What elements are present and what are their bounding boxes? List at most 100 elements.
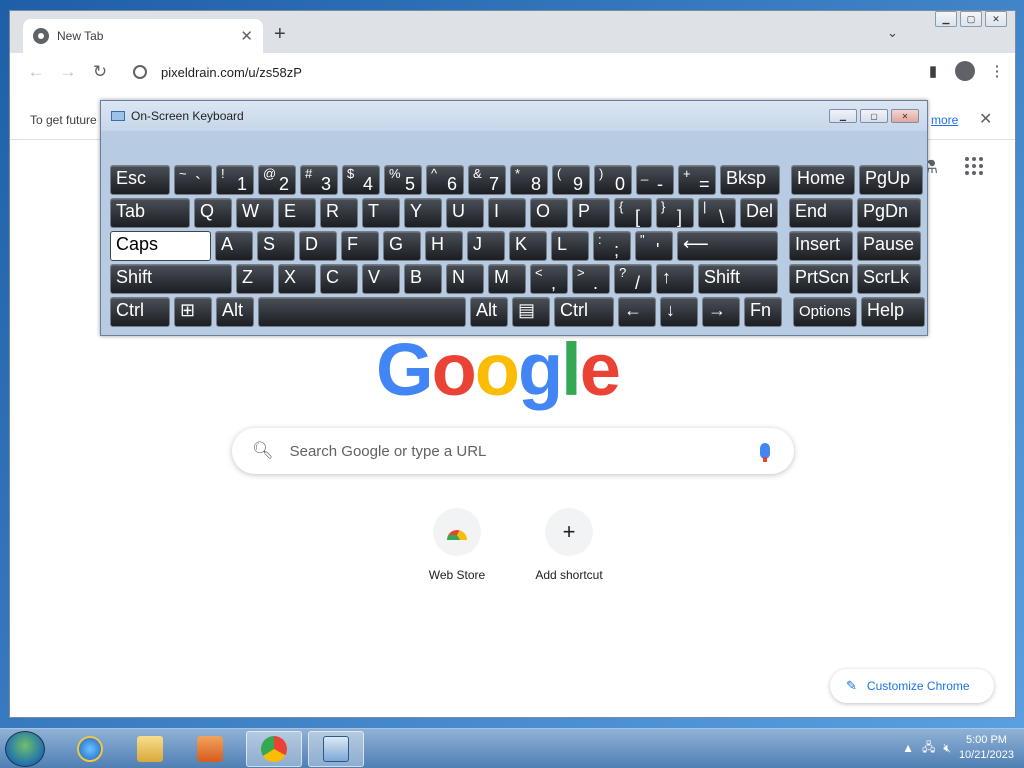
media-player-taskbar-icon[interactable]	[182, 731, 238, 767]
close-tab-icon[interactable]: ✕	[240, 27, 253, 45]
reload-icon[interactable]: ↻	[84, 62, 116, 82]
key-shift[interactable]: Shift	[698, 264, 778, 294]
key-tab[interactable]: Tab	[110, 198, 190, 228]
key-symbol[interactable]: :;	[593, 231, 631, 261]
key-symbol[interactable]: ⊞	[174, 297, 212, 327]
file-explorer-taskbar-icon[interactable]	[122, 731, 178, 767]
show-hidden-icons-icon[interactable]: ▲	[902, 741, 914, 755]
key-f[interactable]: F	[341, 231, 379, 261]
key-b[interactable]: B	[404, 264, 442, 294]
key-alt[interactable]: Alt	[216, 297, 254, 327]
key-options[interactable]: Options	[793, 297, 857, 327]
key-9[interactable]: (9	[552, 165, 590, 195]
apps-grid-icon[interactable]	[965, 157, 983, 175]
key-symbol[interactable]: >.	[572, 264, 610, 294]
key-l[interactable]: L	[551, 231, 589, 261]
key-symbol[interactable]: _ -	[636, 165, 674, 195]
url-text[interactable]: pixeldrain.com/u/zs58zP	[161, 65, 302, 80]
chrome-taskbar-icon[interactable]	[246, 731, 302, 767]
key-caps[interactable]: Caps	[110, 231, 211, 261]
key-s[interactable]: S	[257, 231, 295, 261]
key-symbol[interactable]: <,	[530, 264, 568, 294]
key-pgup[interactable]: PgUp	[859, 165, 923, 195]
key-t[interactable]: T	[362, 198, 400, 228]
forward-arrow-icon[interactable]: →	[52, 62, 84, 82]
key-a[interactable]: A	[215, 231, 253, 261]
key-w[interactable]: W	[236, 198, 274, 228]
side-panel-icon[interactable]: ▮	[923, 62, 943, 80]
key-0[interactable]: ) 0	[594, 165, 632, 195]
key-help[interactable]: Help	[861, 297, 925, 327]
key-ctrl[interactable]: Ctrl	[554, 297, 614, 327]
site-info-icon[interactable]	[133, 65, 147, 79]
key-symbol[interactable]: " '	[635, 231, 673, 261]
key-3[interactable]: #3	[300, 165, 338, 195]
key-d[interactable]: D	[299, 231, 337, 261]
customize-chrome-button[interactable]: ✎ Customize Chrome	[830, 669, 994, 703]
address-bar[interactable]: pixeldrain.com/u/zs58zP	[117, 57, 908, 87]
shortcut-add[interactable]: + Add shortcut	[519, 508, 619, 582]
key-ctrl[interactable]: Ctrl	[110, 297, 170, 327]
key-bksp[interactable]: Bksp	[720, 165, 780, 195]
tab-new-tab[interactable]: New Tab ✕	[23, 19, 263, 53]
key-esc[interactable]: Esc	[110, 165, 170, 195]
key-prtscn[interactable]: PrtScn	[789, 264, 853, 294]
key-symbol[interactable]: ~ `	[174, 165, 212, 195]
key-c[interactable]: C	[320, 264, 358, 294]
key-symbol[interactable]: ↑	[656, 264, 694, 294]
key-z[interactable]: Z	[236, 264, 274, 294]
key-p[interactable]: P	[572, 198, 610, 228]
key-symbol[interactable]: + =	[678, 165, 716, 195]
key-k[interactable]: K	[509, 231, 547, 261]
close-window-button[interactable]: ✕	[985, 11, 1007, 27]
key-insert[interactable]: Insert	[789, 231, 853, 261]
clock[interactable]: 5:00 PM 10/21/2023	[959, 733, 1014, 763]
menu-kebab-icon[interactable]: ⋮	[987, 62, 1007, 80]
key-symbol[interactable]: ↓	[660, 297, 698, 327]
profile-avatar-icon[interactable]	[955, 61, 975, 81]
key-e[interactable]: E	[278, 198, 316, 228]
key-h[interactable]: H	[425, 231, 463, 261]
key-symbol[interactable]: ▤	[512, 297, 550, 327]
minimize-button[interactable]: ▁	[935, 11, 957, 27]
key-1[interactable]: ! 1	[216, 165, 254, 195]
shortcut-web-store[interactable]: Web Store	[407, 508, 507, 582]
key-end[interactable]: End	[789, 198, 853, 228]
key-6[interactable]: ^ 6	[426, 165, 464, 195]
key-space[interactable]	[258, 297, 466, 327]
new-tab-button[interactable]: +	[274, 23, 286, 46]
back-arrow-icon[interactable]: ←	[20, 62, 52, 82]
key-5[interactable]: % 5	[384, 165, 422, 195]
key-symbol[interactable]: ? /	[614, 264, 652, 294]
key-fn[interactable]: Fn	[744, 297, 782, 327]
key-o[interactable]: O	[530, 198, 568, 228]
tab-search-chevron-icon[interactable]: ⌄	[887, 25, 898, 41]
key-home[interactable]: Home	[791, 165, 855, 195]
key-symbol[interactable]: {[	[614, 198, 652, 228]
start-button[interactable]	[5, 731, 45, 767]
key-symbol[interactable]: →	[702, 297, 740, 327]
key-symbol[interactable]: }]	[656, 198, 694, 228]
key-q[interactable]: Q	[194, 198, 232, 228]
key-v[interactable]: V	[362, 264, 400, 294]
volume-muted-icon[interactable]: 🔇︎	[943, 741, 951, 756]
internet-explorer-taskbar-icon[interactable]	[62, 731, 118, 767]
key-r[interactable]: R	[320, 198, 358, 228]
key-symbol[interactable]: | \	[698, 198, 736, 228]
osk-taskbar-icon[interactable]	[308, 731, 364, 767]
maximize-button[interactable]: ▢	[960, 11, 982, 27]
search-box[interactable]: 🔍︎ Search Google or type a URL	[232, 428, 794, 474]
infobar-close-icon[interactable]: ✕	[979, 109, 992, 129]
key-4[interactable]: $4	[342, 165, 380, 195]
key-u[interactable]: U	[446, 198, 484, 228]
key-pgdn[interactable]: PgDn	[857, 198, 921, 228]
key-del[interactable]: Del	[740, 198, 778, 228]
key-shift[interactable]: Shift	[110, 264, 232, 294]
osk-close-button[interactable]: ✕	[891, 109, 919, 123]
infobar-learn-more-link[interactable]: more	[931, 113, 958, 127]
key-alt[interactable]: Alt	[470, 297, 508, 327]
key-y[interactable]: Y	[404, 198, 442, 228]
key-8[interactable]: * 8	[510, 165, 548, 195]
search-placeholder[interactable]: Search Google or type a URL	[290, 443, 760, 460]
osk-maximize-button[interactable]: ▢	[860, 109, 888, 123]
